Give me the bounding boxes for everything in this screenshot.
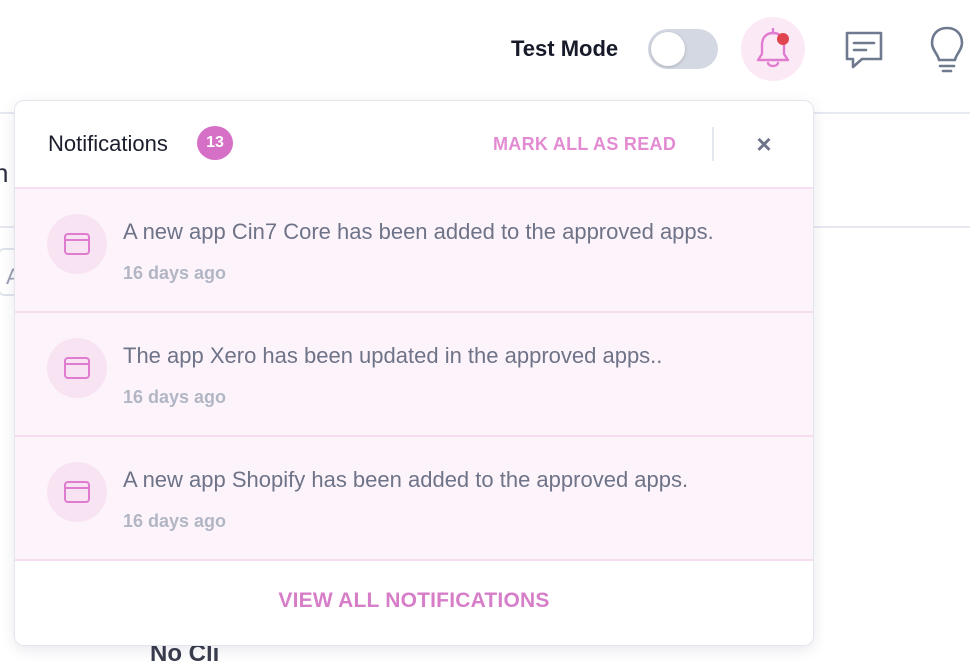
notifications-button[interactable] <box>741 17 805 81</box>
unread-dot <box>777 33 789 45</box>
chat-icon <box>845 31 883 69</box>
notification-item[interactable]: A new app Shopify has been added to the … <box>15 437 813 561</box>
app-window-icon <box>64 357 90 379</box>
app-window-icon <box>64 481 90 503</box>
close-icon[interactable]: × <box>750 127 778 161</box>
header-divider <box>712 127 714 161</box>
notification-count-badge: 13 <box>197 126 233 160</box>
lightbulb-icon <box>930 26 964 73</box>
notifications-footer: VIEW ALL NOTIFICATIONS <box>15 561 813 645</box>
notification-message: The app Xero has been updated in the app… <box>123 343 663 368</box>
app-window-icon <box>64 233 90 255</box>
notification-item[interactable]: The app Xero has been updated in the app… <box>15 313 813 437</box>
notifications-panel: Notifications 13 MARK ALL AS READ × A ne… <box>14 100 814 646</box>
app-window-icon-wrapper <box>47 462 107 522</box>
test-mode-toggle[interactable] <box>648 29 718 69</box>
notification-time: 16 days ago <box>123 511 227 531</box>
toggle-knob <box>651 32 685 66</box>
top-bar: Test Mode <box>0 0 970 100</box>
app-window-icon-wrapper <box>47 338 107 398</box>
notification-time: 16 days ago <box>123 387 227 407</box>
messages-button[interactable] <box>842 28 886 72</box>
notifications-title: Notifications <box>48 131 168 156</box>
notification-item[interactable]: A new app Cin7 Core has been added to th… <box>15 189 813 313</box>
notifications-header: Notifications 13 MARK ALL AS READ × <box>15 101 813 189</box>
notification-message: A new app Shopify has been added to the … <box>123 467 689 492</box>
notification-time: 16 days ago <box>123 263 227 283</box>
app-window-icon-wrapper <box>47 214 107 274</box>
notification-message: A new app Cin7 Core has been added to th… <box>123 219 714 244</box>
mark-all-as-read-button[interactable]: MARK ALL AS READ <box>493 134 676 155</box>
background-text-fragment: n <box>0 158 9 188</box>
view-all-notifications-link[interactable]: VIEW ALL NOTIFICATIONS <box>15 589 813 613</box>
tips-button[interactable] <box>924 24 970 74</box>
test-mode-label: Test Mode <box>511 36 619 61</box>
bell-icon <box>756 28 790 68</box>
notifications-list: A new app Cin7 Core has been added to th… <box>15 189 813 561</box>
